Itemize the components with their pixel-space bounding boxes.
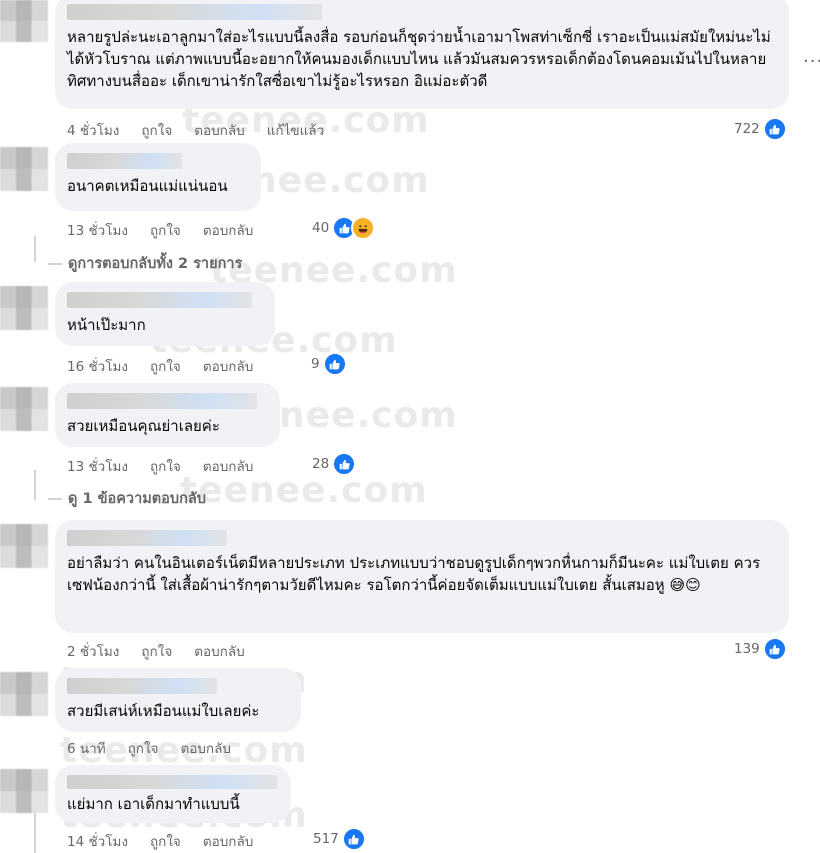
thread-line — [34, 470, 36, 500]
comment-text: แย่มาก เอาเด็กมาทำแบบนี้ — [67, 795, 240, 813]
reaction-number: 517 — [313, 831, 339, 847]
comment-bubble: อนาคตเหมือนแม่แน่นอน — [55, 143, 261, 211]
comment-actions: 16 ชั่วโมง ถูกใจ ตอบกลับ — [67, 355, 253, 377]
view-replies-label: ดู 1 ข้อความตอบกลับ — [68, 491, 206, 507]
reaction-count[interactable]: 517 — [313, 827, 366, 851]
commenter-name[interactable] — [67, 292, 252, 308]
like-button[interactable]: ถูกใจ — [141, 119, 172, 141]
comment-text: สวยเหมือนคุณย่าเลยค่ะ — [67, 417, 220, 435]
reaction-number: 40 — [312, 220, 330, 236]
comment-bubble: สวยเหมือนคุณย่าเลยค่ะ — [55, 383, 280, 447]
like-icon — [332, 452, 357, 476]
reply-button[interactable]: ตอบกลับ — [180, 737, 230, 759]
comment-actions: 2 ชั่วโมง ถูกใจ ตอบกลับ — [67, 640, 245, 662]
commenter-name[interactable] — [67, 775, 277, 789]
reply-button[interactable]: ตอบกลับ — [203, 455, 253, 477]
avatar[interactable] — [0, 147, 48, 191]
edited-label: แก้ไขแล้ว — [266, 123, 325, 139]
comment-text: หลายรูปล่ะนะเอาลูกมาใส่อะไรแบบนี้ลงสื่อ … — [67, 28, 771, 90]
comment-actions: 4 ชั่วโมง ถูกใจ ตอบกลับ แก้ไขแล้ว — [67, 119, 324, 141]
comment-text: หน้าเป๊ะมาก — [67, 316, 146, 334]
avatar[interactable] — [0, 672, 48, 716]
avatar[interactable] — [0, 769, 48, 813]
commenter-name[interactable] — [67, 678, 217, 694]
reaction-number: 28 — [312, 456, 330, 472]
commenter-name[interactable] — [67, 153, 182, 169]
reaction-count[interactable]: 28 — [312, 452, 357, 476]
comment-bubble: สวยมีเสน่ห์เหมือนแม่ใบเลยค่ะ — [55, 668, 301, 732]
reply-button[interactable]: ตอบกลับ — [194, 119, 244, 141]
comment-actions: 13 ชั่วโมง ถูกใจ ตอบกลับ — [67, 219, 253, 241]
more-options-icon[interactable]: ... — [803, 46, 820, 67]
view-replies-link[interactable]: ดู 1 ข้อความตอบกลับ — [48, 487, 206, 510]
comment-text: อนาคตเหมือนแม่แน่นอน — [67, 177, 228, 195]
like-icon — [762, 117, 787, 141]
thread-line — [34, 810, 36, 853]
view-replies-label: ดูการตอบกลับทั้ง 2 รายการ — [68, 256, 243, 272]
comment-text: อย่าลืมว่า คนในอินเตอร์เน็ตมีหลายประเภท … — [67, 552, 777, 596]
comment-actions: 14 ชั่วโมง ถูกใจ ตอบกลับ — [67, 830, 253, 852]
like-button[interactable]: ถูกใจ — [141, 640, 172, 662]
emoji-smile-icon: 😅😊 — [669, 576, 701, 594]
reaction-count[interactable]: 139 — [734, 637, 787, 661]
comment-actions: 6 นาที ถูกใจ ตอบกลับ — [67, 737, 231, 759]
avatar[interactable] — [0, 524, 48, 568]
comment-time[interactable]: 16 ชั่วโมง — [67, 355, 128, 377]
like-icon — [341, 827, 366, 851]
avatar[interactable] — [0, 0, 48, 42]
reply-button[interactable]: ตอบกลับ — [203, 219, 253, 241]
reaction-number: 722 — [734, 121, 760, 137]
comment-time[interactable]: 6 นาที — [67, 737, 106, 759]
thread-line — [34, 236, 36, 262]
reaction-count[interactable]: 9 — [311, 352, 347, 376]
like-icon — [322, 352, 347, 376]
comment-text: สวยมีเสน่ห์เหมือนแม่ใบเลยค่ะ — [67, 702, 260, 720]
comment-bubble: อย่าลืมว่า คนในอินเตอร์เน็ตมีหลายประเภท … — [55, 520, 789, 633]
comment-time[interactable]: 14 ชั่วโมง — [67, 830, 128, 852]
commenter-name[interactable] — [67, 4, 322, 20]
like-button[interactable]: ถูกใจ — [128, 737, 159, 759]
reply-button[interactable]: ตอบกลับ — [203, 355, 253, 377]
commenter-name[interactable] — [67, 530, 227, 546]
like-button[interactable]: ถูกใจ — [150, 355, 181, 377]
like-button[interactable]: ถูกใจ — [150, 830, 181, 852]
comment-time[interactable]: 13 ชั่วโมง — [67, 455, 128, 477]
reply-button[interactable]: ตอบกลับ — [194, 640, 244, 662]
comment-text-body: อย่าลืมว่า คนในอินเตอร์เน็ตมีหลายประเภท … — [67, 554, 761, 594]
comment-time[interactable]: 13 ชั่วโมง — [67, 219, 128, 241]
comment-actions: 13 ชั่วโมง ถูกใจ ตอบกลับ — [67, 455, 253, 477]
view-replies-link[interactable]: ดูการตอบกลับทั้ง 2 รายการ — [48, 252, 242, 275]
reaction-count[interactable]: 40 — [312, 216, 376, 240]
reaction-number: 139 — [734, 641, 760, 657]
reply-button[interactable]: ตอบกลับ — [203, 830, 253, 852]
haha-icon — [351, 216, 376, 240]
like-icon — [762, 637, 787, 661]
comment-bubble: หน้าเป๊ะมาก — [55, 282, 275, 346]
comment-bubble: แย่มาก เอาเด็กมาทำแบบนี้ — [55, 765, 291, 823]
reply-connector — [48, 497, 62, 500]
reply-connector — [48, 262, 62, 265]
comment-time[interactable]: 2 ชั่วโมง — [67, 640, 119, 662]
comment-time[interactable]: 4 ชั่วโมง — [67, 119, 119, 141]
comment-bubble: หลายรูปล่ะนะเอาลูกมาใส่อะไรแบบนี้ลงสื่อ … — [55, 0, 789, 109]
avatar[interactable] — [0, 387, 48, 431]
like-button[interactable]: ถูกใจ — [150, 455, 181, 477]
commenter-name[interactable] — [67, 393, 257, 409]
like-button[interactable]: ถูกใจ — [150, 219, 181, 241]
avatar[interactable] — [0, 286, 48, 330]
reaction-number: 9 — [311, 356, 320, 372]
reaction-count[interactable]: 722 — [734, 117, 787, 141]
